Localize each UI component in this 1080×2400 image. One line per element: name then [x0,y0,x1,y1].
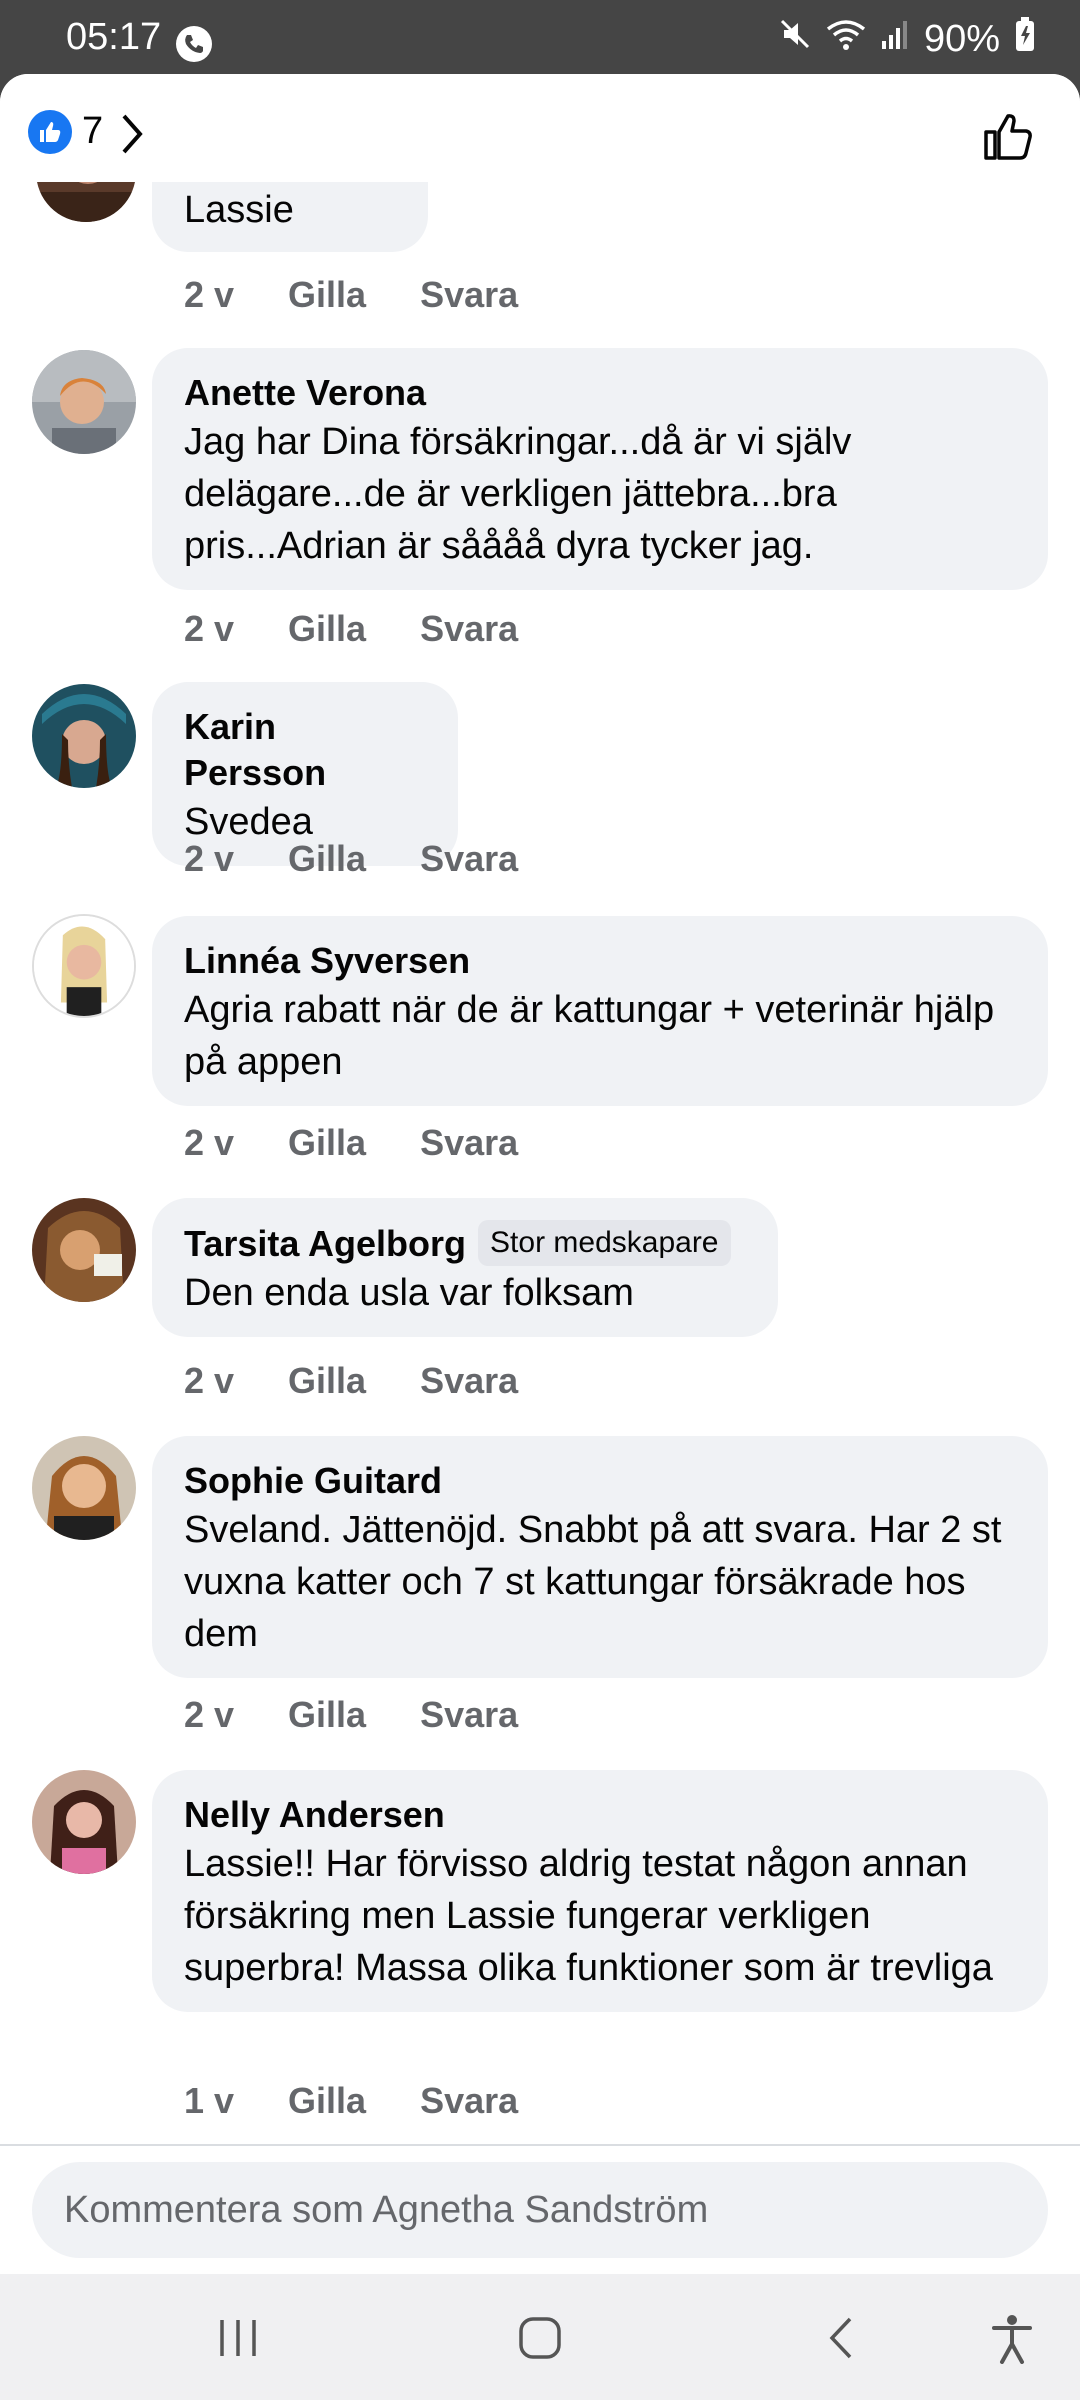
call-icon [176,26,212,62]
comment-actions: 2 v Gilla Svara [184,1694,518,1736]
mute-icon [778,17,812,61]
like-button[interactable]: Gilla [288,1122,366,1164]
like-button[interactable]: Gilla [288,1694,366,1736]
wifi-icon [826,17,866,61]
comment-text: Agria rabatt när de är kattungar + veter… [184,989,995,1083]
back-icon[interactable] [826,2316,856,2365]
like-button[interactable]: Gilla [288,1360,366,1402]
comment-bubble: Lassie [152,174,428,252]
like-button[interactable]: Gilla [288,608,366,650]
avatar[interactable] [32,684,136,788]
battery-icon [1014,16,1036,62]
comment-author[interactable]: Sophie Guitard [184,1458,442,1504]
reply-button[interactable]: Svara [420,1122,518,1164]
comment-actions: 1 v Gilla Svara [184,2080,518,2122]
comment-time: 2 v [184,608,235,649]
top-contributor-badge: Stor medskapare [478,1220,731,1266]
composer-bar: Kommentera som Agnetha Sandström [0,2144,1080,2274]
comment-time: 1 v [184,2080,235,2121]
avatar[interactable] [32,1770,136,1874]
reply-button[interactable]: Svara [420,274,518,316]
signal-icon [880,17,910,61]
comment-input[interactable]: Kommentera som Agnetha Sandström [32,2162,1048,2258]
comment-author[interactable]: Anette Verona [184,370,426,416]
reactions-header: 7 [0,74,1080,182]
comment-time: 2 v [184,274,235,315]
avatar[interactable] [32,1198,136,1302]
system-nav-bar [0,2274,1080,2400]
comment-time: 2 v [184,838,235,879]
comments-sheet: Lassie 2 v Gilla Svara Anette Verona Jag… [0,74,1080,2274]
reply-button[interactable]: Svara [420,1694,518,1736]
status-bar: 05:17 90% [0,0,1080,74]
accessibility-icon[interactable] [990,2314,1034,2369]
comment-actions: 2 v Gilla Svara [184,274,518,316]
reply-button[interactable]: Svara [420,1360,518,1402]
like-count[interactable]: 7 [82,110,103,153]
comment-author[interactable]: Linnéa Syversen [184,938,470,984]
comment-author[interactable]: Karin Persson [184,704,428,796]
like-button[interactable]: Gilla [288,274,366,316]
chevron-right-icon[interactable] [118,112,146,161]
comment-bubble: Nelly Andersen Lassie!! Har förvisso ald… [152,1770,1048,2012]
battery-percent: 90% [923,17,1000,60]
like-button[interactable]: Gilla [288,2080,366,2122]
like-button[interactable]: Gilla [288,838,366,880]
comment-text: Sveland. Jättenöjd. Snabbt på att svara.… [184,1509,1002,1655]
comment-actions: 2 v Gilla Svara [184,608,518,650]
comment-time: 2 v [184,1122,235,1163]
recent-apps-icon[interactable] [216,2318,260,2363]
comment-time: 2 v [184,1694,235,1735]
comment-time: 2 v [184,1360,235,1401]
avatar[interactable] [32,350,136,454]
status-time: 05:17 [66,16,162,58]
thumbs-up-icon[interactable] [980,108,1036,169]
comment-text: Lassie!! Har förvisso aldrig testat någo… [184,1843,993,1989]
comment-bubble: Linnéa Syversen Agria rabatt när de är k… [152,916,1048,1106]
comment-author[interactable]: Nelly Andersen [184,1792,445,1838]
avatar[interactable] [32,914,136,1018]
comment-text: Jag har Dina försäkringar...då är vi sjä… [184,421,852,567]
comment-actions: 2 v Gilla Svara [184,1360,518,1402]
comment-author[interactable]: Tarsita Agelborg [184,1221,466,1267]
comment-actions: 2 v Gilla Svara [184,1122,518,1164]
comment-text: Lassie [184,189,294,231]
comment-actions: 2 v Gilla Svara [184,838,518,880]
reply-button[interactable]: Svara [420,608,518,650]
comment-bubble: Sophie Guitard Sveland. Jättenöjd. Snabb… [152,1436,1048,1678]
comment-text: Den enda usla var folksam [184,1272,634,1314]
comment-bubble: Tarsita Agelborg Stor medskapare Den enda… [152,1198,778,1337]
avatar[interactable] [32,1436,136,1540]
reply-button[interactable]: Svara [420,838,518,880]
home-icon[interactable] [518,2316,562,2365]
reply-button[interactable]: Svara [420,2080,518,2122]
like-reaction-icon [28,110,72,154]
comment-bubble: Anette Verona Jag har Dina försäkringar.… [152,348,1048,590]
